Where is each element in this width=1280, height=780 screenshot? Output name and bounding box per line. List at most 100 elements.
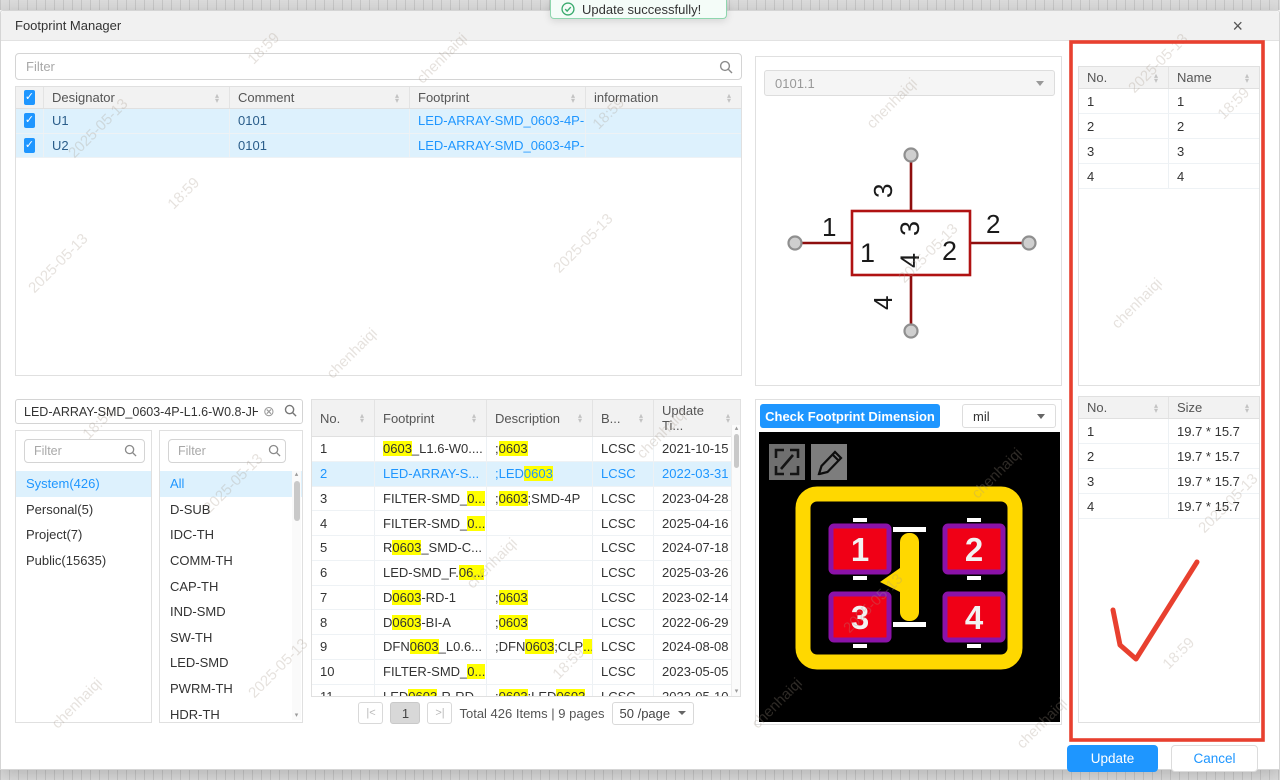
cell: 2 <box>1079 444 1169 468</box>
class-list: AllD-SUBIDC-THCOMM-THCAP-THIND-SMDSW-THL… <box>159 430 303 723</box>
footprint-row[interactable]: 9 DFN 0603 _L0.6... ;DFN 0603 ;CLP... LCSC 2024-… <box>312 635 740 660</box>
column-header-b[interactable]: B... ▴ ▾ <box>593 400 654 436</box>
class-list-item[interactable]: IDC-TH <box>160 522 302 548</box>
pin-name-row[interactable]: 44 <box>1079 164 1259 189</box>
pin-name-row[interactable]: 22 <box>1079 114 1259 139</box>
clear-icon[interactable]: ⊗ <box>263 403 275 420</box>
footprint-row[interactable]: 7 D 0603 -RD-1; 0603 LCSC 2023-02-14 1.. <box>312 585 740 611</box>
symbol-selector[interactable]: 0101.1 <box>764 70 1055 96</box>
column-header-description[interactable]: Description ▴ ▾ <box>487 400 593 436</box>
column-header-footprint[interactable]: Footprint ▴ ▾ <box>375 400 487 436</box>
pin-number-top: 3 <box>868 184 898 198</box>
footprint-canvas[interactable]: 1 2 3 4 <box>759 432 1060 722</box>
column-header-no[interactable]: No. ▴ ▾ <box>312 400 375 436</box>
footprint-row[interactable]: 6 LED-SMD_F. 06... LCSC 2025-03-26 0.. <box>312 560 740 586</box>
sort-icon[interactable]: ▴ ▾ <box>726 412 732 425</box>
class-list-item[interactable]: COMM-TH <box>160 548 302 574</box>
class-list-item[interactable]: PWRM-TH <box>160 676 302 702</box>
column-header-name[interactable]: Name ▴ ▾ <box>1169 67 1259 88</box>
library-list-item[interactable]: Personal(5) <box>16 497 151 523</box>
no-cell: 2 <box>312 461 375 486</box>
brand-cell: LCSC <box>593 610 654 634</box>
column-header-footprint[interactable]: Footprint ▴ ▾ <box>410 87 586 108</box>
class-list-item[interactable]: HDR-TH <box>160 701 302 722</box>
column-header-information[interactable]: information ▴ ▾ <box>586 87 741 108</box>
pin-number-left: 1 <box>822 212 836 242</box>
no-cell: 4 <box>312 511 375 535</box>
column-header-no[interactable]: No. ▴ ▾ <box>1079 67 1169 88</box>
close-icon[interactable]: × <box>1232 16 1243 36</box>
class-list-item[interactable]: CAP-TH <box>160 573 302 599</box>
sort-icon[interactable]: ▴ ▾ <box>1154 401 1160 414</box>
column-header-designator[interactable]: Designator ▴ ▾ <box>44 87 230 108</box>
footprint-row[interactable]: 10 FILTER-SMD_ 0... LCSC 2023-05-05 1.. <box>312 659 740 685</box>
footprint-row[interactable]: 1 0603 _L1.6-W0....; 0603 LCSC 2021-10-15 1.. <box>312 437 740 462</box>
component-row[interactable]: ✓ U2 0101 LED-ARRAY-SMD_0603-4P-... <box>16 133 741 158</box>
row-checkbox[interactable]: ✓ <box>24 113 35 129</box>
update-button[interactable]: Update <box>1067 745 1158 772</box>
pin-name-row[interactable]: 33 <box>1079 139 1259 164</box>
pad-size-table: No. ▴ ▾ Size ▴ ▾ 1 19.7 * 15.7 2 19.7 * 15.7 3 19.… <box>1078 396 1260 723</box>
library-list-item[interactable]: Project(7) <box>16 522 151 548</box>
description-cell: ; 0603 ;SMD-4P <box>487 486 593 511</box>
class-list-item[interactable]: LED-SMD <box>160 650 302 676</box>
footprint-row[interactable]: 8 D 0603 -BI-A; 0603 LCSC 2022-06-29 1.. <box>312 610 740 635</box>
cancel-button[interactable]: Cancel <box>1171 745 1258 772</box>
sort-icon[interactable]: ▴ ▾ <box>639 412 645 425</box>
select-all-checkbox[interactable]: ✓ <box>24 90 35 105</box>
update-time-cell: 2025-04-16 2.. <box>662 515 740 531</box>
sort-icon[interactable]: ▴ ▾ <box>472 412 478 425</box>
component-filter-input[interactable] <box>15 53 742 80</box>
column-header-updateti[interactable]: Update Ti... ▴ ▾ <box>654 400 740 436</box>
last-page-button[interactable]: >| <box>427 702 453 724</box>
sort-icon[interactable]: ▴ ▾ <box>1245 71 1251 84</box>
footprint-row[interactable]: 3 FILTER-SMD_ 0...; 0603 ;SMD-4P LCSC 2023-04-… <box>312 486 740 512</box>
sort-icon[interactable]: ▴ ▾ <box>395 91 401 104</box>
footprint-preview-panel: Check Footprint Dimension mil 1 2 3 4 <box>755 399 1062 725</box>
footprint-row[interactable]: 2 LED-ARRAY-S... ;LED 0603 LCSC 2022-03-31 1.… <box>312 461 740 487</box>
pad-size-row[interactable]: 2 19.7 * 15.7 <box>1079 444 1259 469</box>
sort-icon[interactable]: ▴ ▾ <box>1245 401 1251 414</box>
class-list-item[interactable]: All <box>160 471 302 497</box>
sort-icon[interactable]: ▴ ▾ <box>1154 71 1160 84</box>
brand-cell: LCSC <box>593 659 654 684</box>
component-table: ✓ Designator ▴ ▾ Comment ▴ ▾ Footprint ▴ ▾ informa… <box>15 86 742 376</box>
footprint-link-cell[interactable]: LED-ARRAY-SMD_0603-4P-... <box>410 133 586 157</box>
column-header-label: Comment <box>238 90 295 105</box>
footprint-search-input[interactable] <box>15 399 303 424</box>
class-list-item[interactable]: IND-SMD <box>160 599 302 625</box>
sort-icon[interactable]: ▴ ▾ <box>360 412 366 425</box>
library-list-item[interactable]: System(426) <box>16 471 151 497</box>
expand-icon[interactable] <box>769 444 805 480</box>
pad-size-row[interactable]: 1 19.7 * 15.7 <box>1079 419 1259 444</box>
column-header-comment[interactable]: Comment ▴ ▾ <box>230 87 410 108</box>
scrollbar[interactable]: ▴ ▾ <box>292 471 301 720</box>
library-list-item[interactable]: Public(15635) <box>16 548 151 574</box>
class-list-item[interactable]: SW-TH <box>160 625 302 651</box>
row-checkbox[interactable]: ✓ <box>24 137 35 153</box>
edit-pencil-icon[interactable] <box>811 444 847 480</box>
class-list-item[interactable]: D-SUB <box>160 497 302 523</box>
unit-select[interactable]: mil <box>962 404 1056 428</box>
footprint-link-cell[interactable]: LED-ARRAY-SMD_0603-4P-... <box>410 109 586 133</box>
scrollbar[interactable]: ▴ ▾ <box>731 425 740 696</box>
sort-icon[interactable]: ▴ ▾ <box>727 91 733 104</box>
page-size-select[interactable]: 50 /page <box>611 701 694 725</box>
symbol-preview-panel: 0101.1 1 2 3 4 1 2 3 4 <box>755 56 1062 386</box>
check-footprint-dimension-button[interactable]: Check Footprint Dimension <box>760 404 940 428</box>
current-page-button[interactable]: 1 <box>390 702 421 724</box>
component-row[interactable]: ✓ U1 0101 LED-ARRAY-SMD_0603-4P-... <box>16 109 741 134</box>
first-page-button[interactable]: |< <box>358 702 384 724</box>
column-header-size[interactable]: Size ▴ ▾ <box>1169 397 1259 418</box>
pad-size-row[interactable]: 4 19.7 * 15.7 <box>1079 494 1259 519</box>
sort-icon[interactable]: ▴ ▾ <box>215 91 221 104</box>
search-icon[interactable] <box>284 404 297 417</box>
pad-size-row[interactable]: 3 19.7 * 15.7 <box>1079 469 1259 494</box>
sort-icon[interactable]: ▴ ▾ <box>578 412 584 425</box>
footprint-row[interactable]: 4 FILTER-SMD_ 0... LCSC 2025-04-16 2.. <box>312 511 740 536</box>
footprint-row[interactable]: 5 R 0603 _SMD-C... LCSC 2024-07-18 1.. <box>312 536 740 561</box>
column-header-no[interactable]: No. ▴ ▾ <box>1079 397 1169 418</box>
footprint-row[interactable]: 11 LED 0603 -R-RD...; 0603 ;LED 0603 LCSC 2022-0… <box>312 684 740 696</box>
sort-icon[interactable]: ▴ ▾ <box>571 91 577 104</box>
pin-name-row[interactable]: 11 <box>1079 89 1259 114</box>
